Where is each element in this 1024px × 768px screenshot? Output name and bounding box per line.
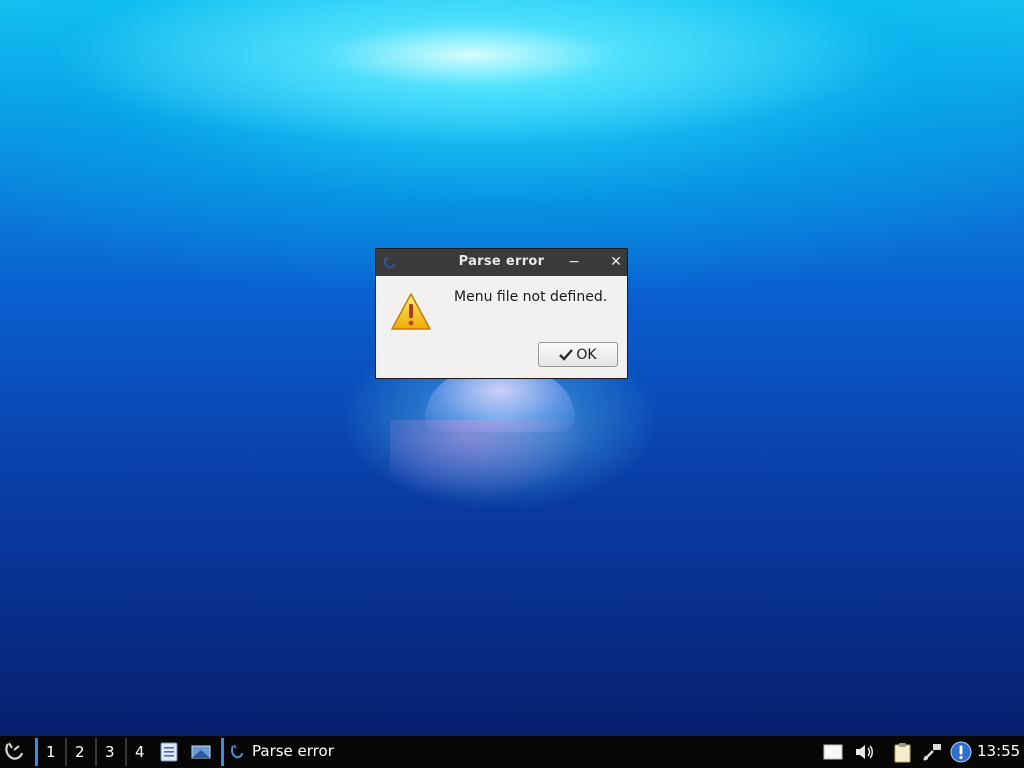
workspace-1[interactable]: 1 — [35, 738, 63, 766]
dialog-titlebar[interactable]: Parse error − ✕ — [376, 249, 627, 276]
parse-error-dialog: Parse error − ✕ Menu file not defined. O… — [375, 248, 628, 379]
volume-icon[interactable] — [853, 741, 875, 763]
update-notification-icon[interactable] — [950, 741, 972, 763]
clock[interactable]: 13:55 — [977, 742, 1020, 760]
clipboard-icon[interactable] — [891, 741, 913, 763]
ok-button[interactable]: OK — [538, 342, 618, 367]
app-logo-icon — [231, 744, 243, 759]
start-menu-icon[interactable] — [2, 740, 26, 764]
minimize-button[interactable]: − — [564, 252, 584, 272]
workspace-2[interactable]: 2 — [65, 738, 93, 766]
ok-label: OK — [576, 346, 597, 363]
close-button[interactable]: ✕ — [606, 252, 626, 272]
workspace-3[interactable]: 3 — [95, 738, 123, 766]
file-manager-launcher-icon[interactable] — [159, 742, 179, 762]
taskbar: 1 2 3 4 Parse error 13:55 — [0, 736, 1024, 768]
workspace-4[interactable]: 4 — [125, 738, 153, 766]
task-label: Parse error — [252, 742, 334, 760]
network-icon[interactable] — [921, 741, 943, 763]
dialog-title: Parse error — [458, 254, 545, 269]
error-message: Menu file not defined. — [454, 289, 608, 305]
show-desktop-icon[interactable] — [191, 742, 211, 762]
jellyfish-tentacles-detail — [390, 420, 590, 500]
warning-icon — [391, 293, 431, 330]
taskbar-task-parse-error[interactable]: Parse error — [221, 738, 431, 766]
document-icon[interactable] — [822, 741, 844, 763]
checkmark-icon — [559, 348, 574, 361]
